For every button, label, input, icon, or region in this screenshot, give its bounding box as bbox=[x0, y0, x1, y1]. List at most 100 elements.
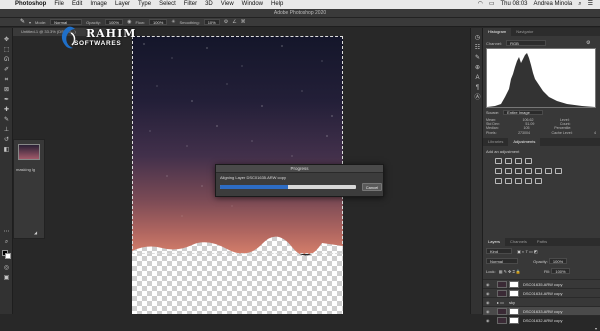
stamp-tool-icon[interactable]: ⊥ bbox=[2, 126, 11, 134]
source-select[interactable]: Entire Image bbox=[503, 110, 544, 115]
tab-paths[interactable]: Paths bbox=[532, 238, 552, 246]
layer-row[interactable]: ◉ DSC01635.ARW copy bbox=[483, 279, 600, 288]
menu-list-icon[interactable]: ☰ bbox=[585, 0, 596, 9]
channel-select[interactable]: RGB bbox=[506, 40, 547, 46]
threshold-icon[interactable] bbox=[515, 178, 522, 184]
hue-saturation-icon[interactable] bbox=[505, 168, 512, 174]
brightness-contrast-icon[interactable] bbox=[495, 158, 502, 164]
zoom-tool-icon[interactable]: ⌕ bbox=[2, 238, 11, 246]
menu-select[interactable]: Select bbox=[155, 0, 180, 9]
layer-blend-row: Normal Opacity: 100% bbox=[486, 258, 568, 264]
blend-mode-select[interactable]: Normal bbox=[486, 258, 518, 264]
posterize-icon[interactable] bbox=[505, 178, 512, 184]
quick-select-tool-icon[interactable]: ✐ bbox=[2, 66, 11, 74]
screen-mode-icon[interactable]: ▣ bbox=[2, 274, 11, 282]
character-panel-icon[interactable]: A bbox=[473, 74, 482, 82]
eyedropper-tool-icon[interactable]: ✒ bbox=[2, 96, 11, 104]
selective-color-icon[interactable] bbox=[535, 178, 542, 184]
frame-tool-icon[interactable]: ⊠ bbox=[2, 86, 11, 94]
symmetry-icon[interactable]: ⌘ bbox=[241, 18, 246, 27]
menu-window[interactable]: Window bbox=[238, 0, 267, 9]
flow-input[interactable]: 100% bbox=[149, 19, 168, 25]
wifi-icon[interactable]: ◠ bbox=[475, 0, 486, 9]
lock-icons[interactable]: ▦ ✎ ✥ ⌗ 🔒 bbox=[499, 269, 521, 274]
glyphs-panel-icon[interactable]: Ⓐ bbox=[473, 94, 482, 102]
brush-size-dropdown[interactable]: ▾ bbox=[29, 18, 31, 27]
history-brush-tool-icon[interactable]: ↺ bbox=[2, 136, 11, 144]
tab-navigator[interactable]: Navigator bbox=[511, 28, 538, 36]
menu-file[interactable]: File bbox=[50, 0, 68, 9]
menu-view[interactable]: View bbox=[217, 0, 238, 9]
marquee-tool-icon[interactable]: ⬚ bbox=[2, 46, 11, 54]
lasso-tool-icon[interactable]: ᘏ bbox=[2, 56, 11, 64]
tab-libraries[interactable]: Libraries bbox=[483, 138, 508, 146]
search-icon[interactable]: ⌕ bbox=[575, 0, 584, 9]
vibrance-icon[interactable] bbox=[495, 168, 502, 174]
history-panel-icon[interactable]: ◷ bbox=[473, 34, 482, 42]
gradient-map-icon[interactable] bbox=[525, 178, 532, 184]
smoothing-settings-icon[interactable]: ⚙ bbox=[224, 18, 228, 27]
floating-image-panel[interactable]: masking lg ◢ bbox=[13, 139, 45, 239]
move-tool-icon[interactable]: ✥ bbox=[2, 36, 11, 44]
cancel-button[interactable]: Cancel bbox=[362, 183, 382, 191]
exposure-icon[interactable] bbox=[525, 158, 532, 164]
kind-filter-select[interactable]: Kind bbox=[486, 248, 512, 254]
layer-opacity-input[interactable]: 100% bbox=[548, 258, 568, 264]
menu-help[interactable]: Help bbox=[267, 0, 287, 9]
progress-dialog-title: Progress bbox=[216, 165, 383, 173]
eraser-tool-icon[interactable]: ◧ bbox=[2, 146, 11, 154]
menu-filter[interactable]: Filter bbox=[180, 0, 201, 9]
user-name[interactable]: Andrea Minola bbox=[531, 0, 576, 9]
menu-image[interactable]: Image bbox=[86, 0, 111, 9]
black-white-icon[interactable] bbox=[525, 168, 532, 174]
invert-icon[interactable] bbox=[495, 178, 502, 184]
menu-3d[interactable]: 3D bbox=[201, 0, 217, 9]
channel-mixer-icon[interactable] bbox=[545, 168, 552, 174]
menu-edit[interactable]: Edit bbox=[68, 0, 86, 9]
fill-label: Fill: bbox=[543, 269, 551, 274]
crop-tool-icon[interactable]: ⌗ bbox=[2, 76, 11, 84]
brush-tool-icon[interactable]: ✎ bbox=[20, 18, 25, 27]
color-balance-icon[interactable] bbox=[515, 168, 522, 174]
quick-mask-icon[interactable]: ◎ bbox=[2, 264, 11, 272]
panel-resize-icon[interactable]: ◢ bbox=[34, 230, 37, 235]
layer-row[interactable]: ◉ DSC01632.ARW copy bbox=[483, 315, 600, 324]
edit-toolbar-icon[interactable]: ⋯ bbox=[2, 228, 11, 236]
tab-histogram[interactable]: Histogram bbox=[483, 28, 512, 36]
brushes-panel-icon[interactable]: ✎ bbox=[473, 54, 482, 62]
curves-icon[interactable] bbox=[515, 158, 522, 164]
image-thumbnail[interactable] bbox=[18, 144, 40, 160]
smoothing-input[interactable]: 10% bbox=[203, 19, 220, 25]
properties-panel-icon[interactable]: ☷ bbox=[473, 44, 482, 52]
photo-filter-icon[interactable] bbox=[535, 168, 542, 174]
airbrush-icon[interactable]: ✳ bbox=[171, 18, 175, 27]
panel-scrollbar[interactable]: ▾ bbox=[595, 326, 597, 331]
angle-icon[interactable]: ∠ bbox=[232, 18, 236, 27]
color-lookup-icon[interactable] bbox=[555, 168, 562, 174]
tab-layers[interactable]: Layers bbox=[483, 238, 506, 246]
healing-tool-icon[interactable]: ✚ bbox=[2, 106, 11, 114]
visibility-icon[interactable]: ◉ bbox=[486, 316, 490, 325]
tab-channels[interactable]: Channels bbox=[505, 238, 532, 246]
mac-menubar: Photoshop File Edit Image Layer Type Sel… bbox=[0, 0, 600, 9]
filter-icons[interactable]: ▣ ◐ T ▭ ◩ bbox=[517, 249, 538, 254]
menu-type[interactable]: Type bbox=[134, 0, 155, 9]
fill-input[interactable]: 100% bbox=[551, 268, 570, 274]
battery-icon[interactable]: ▭ bbox=[486, 0, 498, 9]
pressure-opacity-icon[interactable]: ◉ bbox=[127, 18, 131, 27]
stat-label: Cache Level: bbox=[551, 130, 573, 135]
layer-group-row[interactable]: ◉ ▸ ▭ sky bbox=[483, 297, 600, 306]
histogram-options-icon[interactable]: ⚙ bbox=[586, 40, 590, 46]
tab-adjustments[interactable]: Adjustments bbox=[508, 138, 541, 146]
app-menu[interactable]: Photoshop bbox=[11, 0, 50, 9]
progress-bar bbox=[220, 185, 356, 189]
clone-source-icon[interactable]: ⊕ bbox=[473, 64, 482, 72]
opacity-input[interactable]: 100% bbox=[104, 19, 124, 25]
levels-icon[interactable] bbox=[505, 158, 512, 164]
layer-row[interactable]: ◉ DSC01634.ARW copy bbox=[483, 288, 600, 297]
menu-layer[interactable]: Layer bbox=[111, 0, 134, 9]
background-color-swatch[interactable] bbox=[5, 253, 11, 259]
brush-tool-icon-side[interactable]: ✎ bbox=[2, 116, 11, 124]
clock[interactable]: Thu 08:03 bbox=[498, 0, 531, 9]
paragraph-panel-icon[interactable]: ¶ bbox=[473, 84, 482, 92]
